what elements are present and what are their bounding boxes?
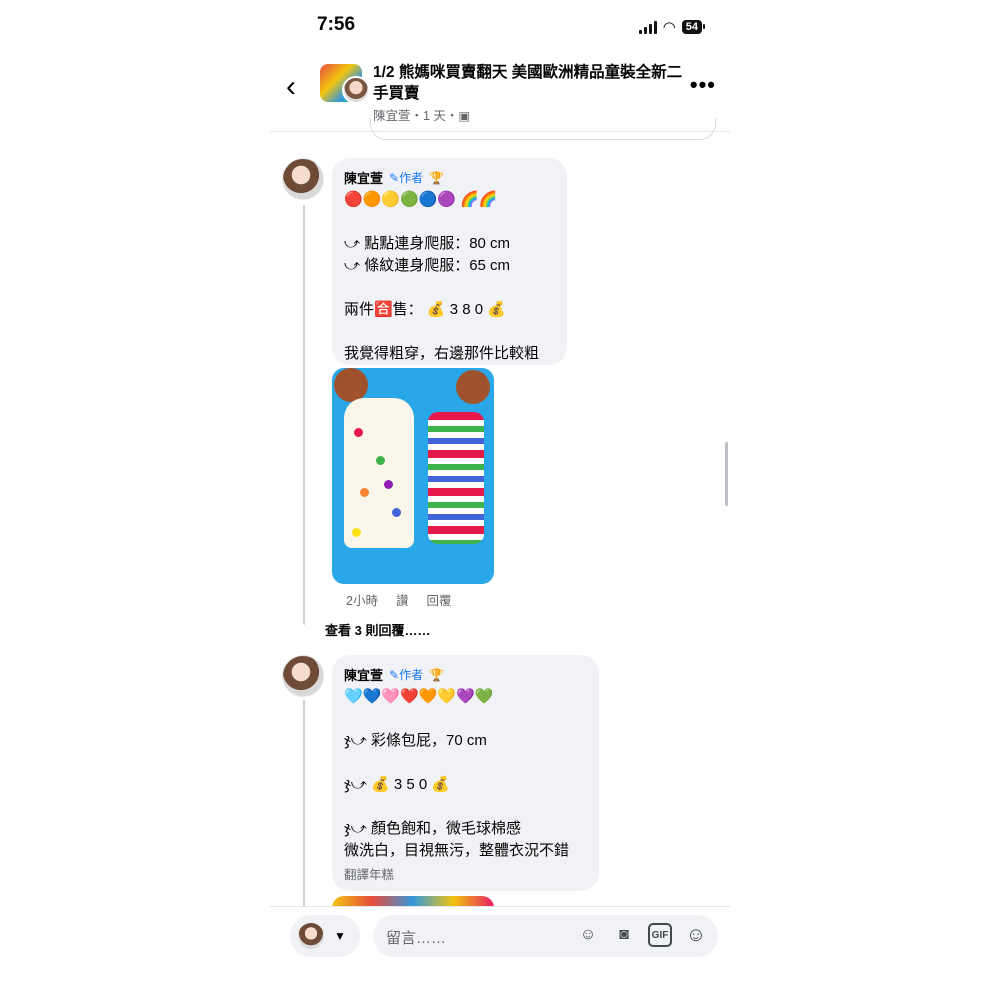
- composer-icons: ☺ ◙ GIF ☺: [576, 923, 708, 947]
- photo-bear: [456, 370, 490, 404]
- commenter-avatar[interactable]: [282, 158, 324, 200]
- battery-icon: 54: [681, 20, 706, 34]
- comment-author-row: 陳宜萱 ✎作者 🏆: [344, 168, 555, 187]
- like-link[interactable]: 讚: [396, 590, 409, 609]
- author-avatar-small[interactable]: [342, 76, 370, 104]
- previous-comment-edge: [370, 118, 716, 140]
- identity-switcher[interactable]: ▼: [290, 915, 360, 957]
- photo-dot: [384, 480, 393, 489]
- scrollbar[interactable]: [725, 442, 728, 506]
- emoji-icon[interactable]: ☺: [684, 923, 708, 947]
- author-badge-label: 作者: [399, 668, 424, 682]
- my-avatar: [298, 923, 324, 949]
- photo-bear: [334, 368, 368, 402]
- photo-dot: [392, 508, 401, 517]
- trophy-icon: 🏆: [429, 170, 445, 185]
- comment-composer: ▼ 留言…… ☺ ◙ GIF ☺: [270, 906, 730, 1000]
- group-title[interactable]: 1/2 熊媽咪買賣翻天 美國歐洲精品童裝全新二手買賣: [373, 62, 693, 104]
- gif-icon[interactable]: GIF: [648, 923, 672, 947]
- trophy-icon: 🏆: [429, 667, 445, 682]
- more-options-icon[interactable]: •••: [690, 72, 716, 98]
- translate-link[interactable]: 翻譯年糕: [344, 864, 587, 883]
- pencil-icon: ✎: [389, 668, 400, 682]
- author-badge-label: 作者: [399, 171, 424, 185]
- signal-icon: [638, 20, 657, 34]
- photo-romper-stripes: [428, 412, 484, 544]
- thread-line: [303, 700, 305, 906]
- reply-link[interactable]: 回覆: [426, 590, 451, 609]
- comment-text: 🩵💙🩷❤️🧡💛💜💚 ჯ⤻ 彩條包屁，70 cm ჯ⤻ 💰 3 5 0 💰 ჯ⤻ …: [344, 688, 570, 859]
- author-badge: ✎作者: [389, 169, 423, 186]
- status-icons: ◠ 54: [638, 18, 706, 36]
- avatar-sticker-icon[interactable]: ☺: [576, 923, 600, 947]
- comment-bubble[interactable]: 陳宜萱 ✎作者 🏆 🩵💙🩷❤️🧡💛💜💚 ჯ⤻ 彩條包屁，70 cm ჯ⤻ 💰 3…: [332, 655, 599, 891]
- comment-author[interactable]: 陳宜萱: [344, 665, 383, 684]
- comment-time: 2小時: [346, 594, 378, 608]
- photo-romper-dots: [344, 398, 414, 548]
- comment-input[interactable]: 留言…… ☺ ◙ GIF ☺: [373, 915, 718, 957]
- comment-author-row: 陳宜萱 ✎作者 🏆: [344, 665, 587, 684]
- comment-placeholder: 留言……: [386, 930, 447, 947]
- comment-meta: 2小時 讚 回覆: [346, 590, 451, 609]
- caret-down-icon: ▼: [334, 929, 346, 943]
- photo-dot: [354, 428, 363, 437]
- photo-dot: [376, 456, 385, 465]
- photo-dot: [352, 528, 361, 537]
- status-bar: 7:56 ◠ 54: [270, 0, 730, 50]
- camera-icon[interactable]: ◙: [612, 923, 636, 947]
- photo-dot: [360, 488, 369, 497]
- header-divider: [270, 131, 730, 132]
- phone-screen: 7:56 ◠ 54 ‹ 1/2 熊媽咪買賣翻天 美國歐洲精品童裝全新二手買賣 陳…: [270, 0, 730, 1000]
- author-badge: ✎作者: [389, 666, 423, 683]
- comment-text: 🔴🟠🟡🟢🔵🟣 🌈🌈 ⤻ 點點連身爬服：80 cm ⤻ 條紋連身爬服：65 cm …: [344, 191, 540, 362]
- commenter-avatar[interactable]: [282, 655, 324, 697]
- comment-author[interactable]: 陳宜萱: [344, 168, 383, 187]
- back-chevron-icon[interactable]: ‹: [286, 70, 296, 104]
- pencil-icon: ✎: [389, 171, 400, 185]
- status-time: 7:56: [317, 14, 356, 35]
- wifi-icon: ◠: [662, 19, 676, 36]
- thread-line: [303, 205, 305, 625]
- comment-photo[interactable]: [332, 368, 494, 584]
- comment-bubble[interactable]: 陳宜萱 ✎作者 🏆 🔴🟠🟡🟢🔵🟣 🌈🌈 ⤻ 點點連身爬服：80 cm ⤻ 條紋連…: [332, 158, 567, 365]
- view-more-replies[interactable]: 查看 3 則回覆……: [325, 620, 430, 639]
